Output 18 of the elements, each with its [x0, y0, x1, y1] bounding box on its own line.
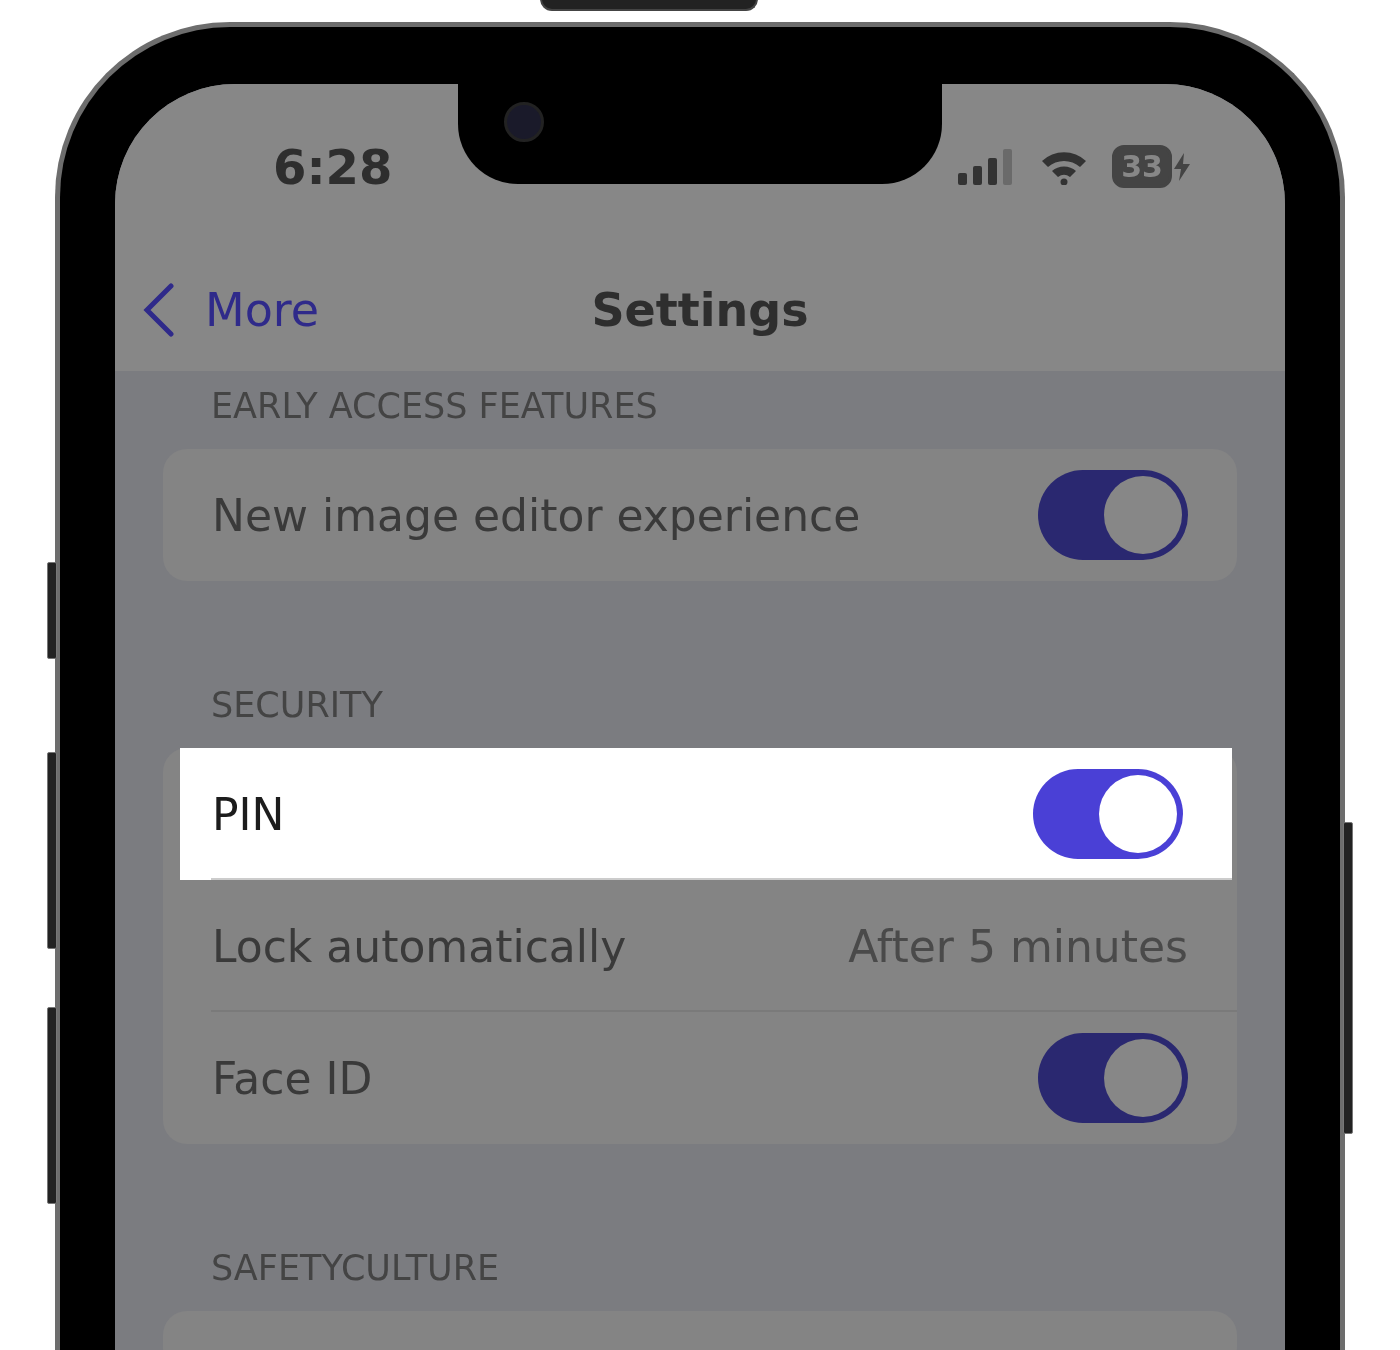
settings-row[interactable]: Lock automatically After 5 minutes — [163, 880, 1237, 1012]
highlighted-row[interactable]: PIN — [180, 748, 1232, 880]
section-header: EARLY ACCESS FEATURES — [210, 385, 659, 428]
settings-row[interactable]: Face ID — [163, 1012, 1237, 1144]
row-label: Lock automatically — [212, 920, 627, 972]
screen-title: Settings — [591, 283, 809, 337]
row-label: New image editor experience — [212, 489, 861, 541]
back-button[interactable]: More — [143, 283, 320, 337]
status-time: 6:28 — [273, 138, 393, 195]
settings-row[interactable]: New image editor experience — [163, 449, 1237, 581]
chevron-left-icon — [143, 283, 175, 337]
section-header: SECURITY — [210, 684, 384, 727]
battery-level: 33 — [1112, 145, 1172, 188]
section-header: SAFETYCULTURE — [210, 1247, 501, 1290]
row-label: Face ID — [212, 1052, 373, 1104]
row-value: After 5 minutes — [848, 920, 1188, 972]
camera-icon — [504, 102, 544, 142]
row-label: PIN — [212, 788, 285, 840]
